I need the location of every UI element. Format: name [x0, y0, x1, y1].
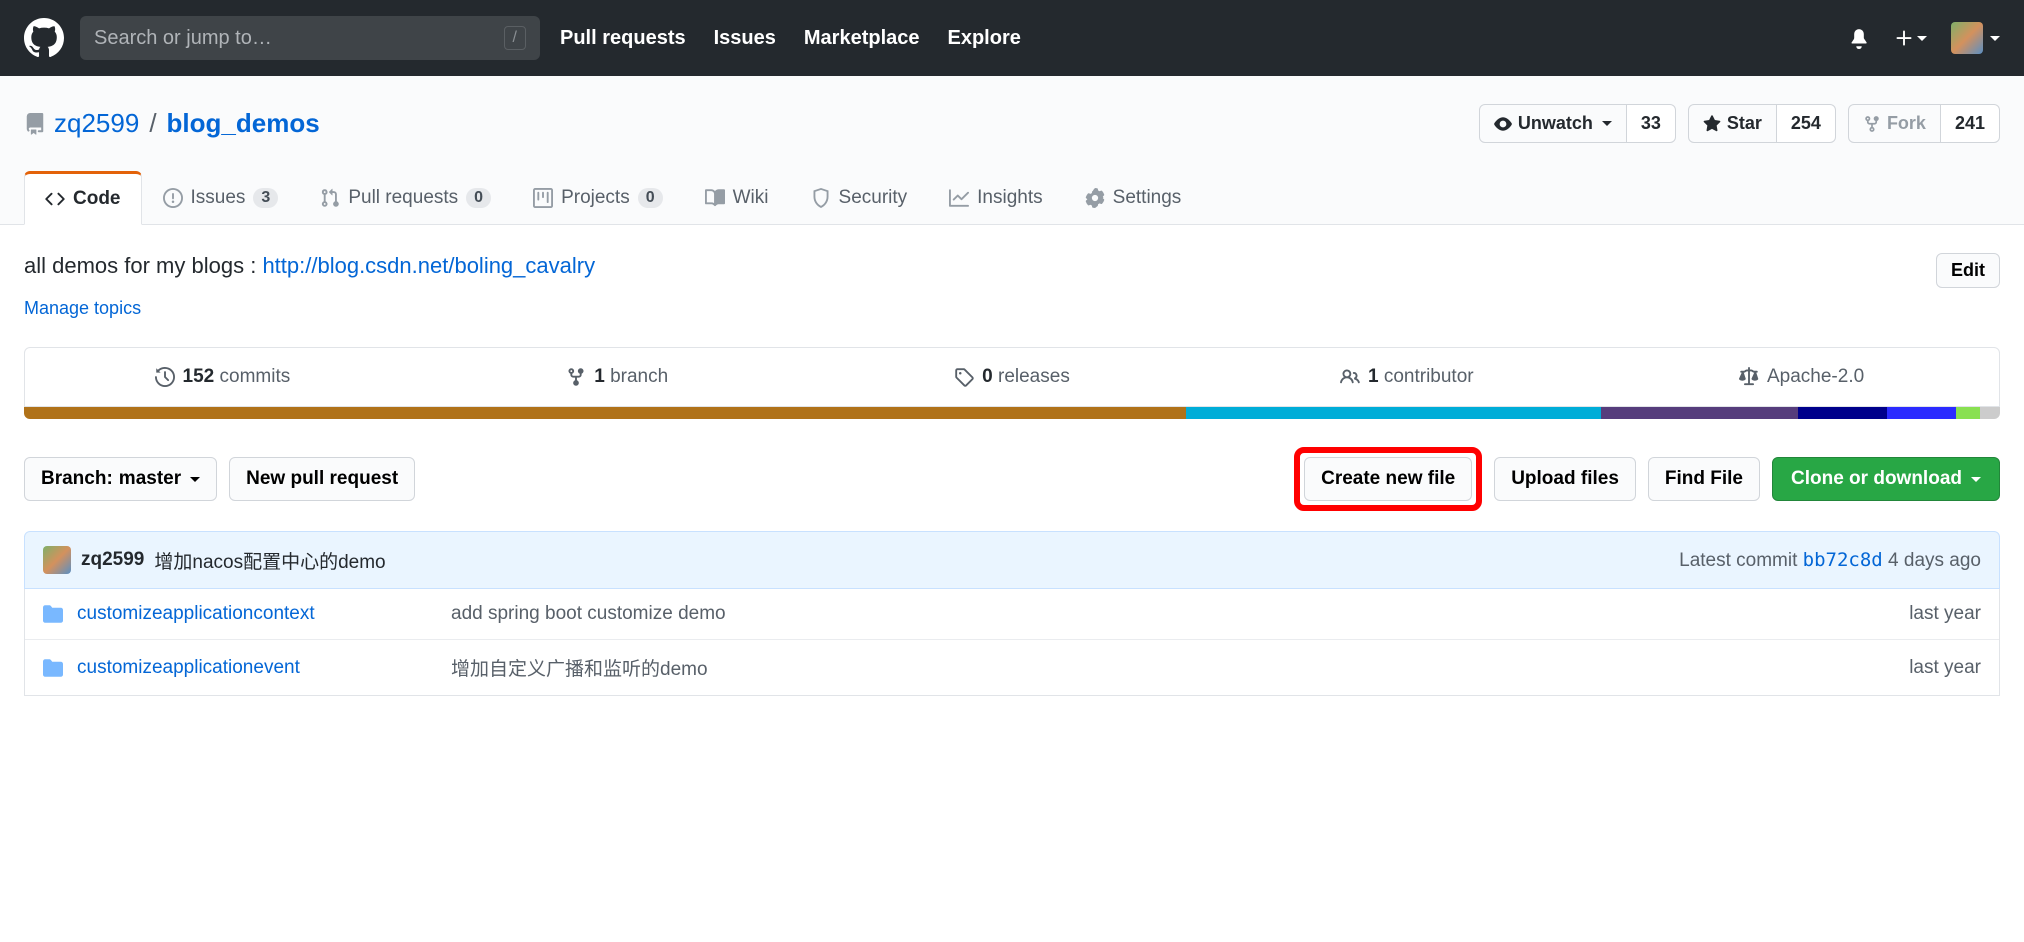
stat-contributors[interactable]: 1 contributor [1209, 348, 1604, 406]
nav-explore[interactable]: Explore [948, 27, 1021, 50]
book-icon [705, 188, 725, 208]
repo-header: zq2599 / blog_demos Unwatch 33 Star 254 [0, 76, 2024, 225]
commit-avatar[interactable] [43, 546, 71, 574]
law-icon [1739, 367, 1759, 387]
repo-name-link[interactable]: blog_demos [167, 108, 320, 139]
eye-icon [1494, 115, 1512, 133]
project-icon [533, 188, 553, 208]
issues-count: 3 [253, 188, 278, 208]
tab-pull-requests[interactable]: Pull requests 0 [299, 171, 512, 224]
tab-code[interactable]: Code [24, 171, 142, 225]
avatar [1951, 22, 1983, 54]
file-toolbar: Branch: master New pull request Create n… [24, 447, 2000, 511]
tab-security[interactable]: Security [790, 171, 929, 224]
star-icon [1703, 115, 1721, 133]
language-bar[interactable] [24, 407, 2000, 419]
tab-projects[interactable]: Projects 0 [512, 171, 684, 224]
file-time: last year [1909, 603, 1981, 625]
description-link[interactable]: http://blog.csdn.net/boling_cavalry [262, 253, 595, 278]
watch-count[interactable]: 33 [1627, 104, 1676, 143]
create-new-icon[interactable] [1894, 28, 1927, 48]
repo-title: zq2599 / blog_demos [24, 108, 320, 139]
file-time: last year [1909, 657, 1981, 679]
repo-tabs: Code Issues 3 Pull requests 0 Projects 0… [24, 171, 2000, 224]
code-icon [45, 189, 65, 209]
fork-icon [1863, 115, 1881, 133]
nav-pull-requests[interactable]: Pull requests [560, 27, 686, 50]
fork-count[interactable]: 241 [1941, 104, 2000, 143]
repo-stats: 152 commits 1 branch 0 releases 1 contri… [24, 347, 2000, 407]
unwatch-button[interactable]: Unwatch [1479, 104, 1627, 143]
stat-commits[interactable]: 152 commits [25, 348, 420, 406]
global-header: / Pull requests Issues Marketplace Explo… [0, 0, 2024, 76]
stat-license[interactable]: Apache-2.0 [1604, 348, 1999, 406]
tab-issues[interactable]: Issues 3 [142, 171, 300, 224]
folder-icon [43, 658, 63, 678]
file-name[interactable]: customizeapplicationevent [77, 657, 437, 679]
star-count[interactable]: 254 [1777, 104, 1836, 143]
graph-icon [949, 188, 969, 208]
file-list: customizeapplicationcontext add spring b… [24, 589, 2000, 696]
file-commit-message[interactable]: add spring boot customize demo [451, 603, 1895, 625]
branch-icon [566, 367, 586, 387]
stat-branches[interactable]: 1 branch [420, 348, 815, 406]
folder-icon [43, 604, 63, 624]
stat-releases[interactable]: 0 releases [815, 348, 1210, 406]
tab-settings[interactable]: Settings [1064, 171, 1203, 224]
repo-owner-link[interactable]: zq2599 [54, 108, 139, 139]
commit-message[interactable]: 增加nacos配置中心的demo [154, 547, 385, 574]
github-logo[interactable] [24, 18, 64, 58]
upload-files-button[interactable]: Upload files [1494, 457, 1636, 501]
file-row: customizeapplicationcontext add spring b… [25, 589, 1999, 640]
create-new-file-button[interactable]: Create new file [1304, 457, 1472, 501]
file-name[interactable]: customizeapplicationcontext [77, 603, 437, 625]
repo-description: all demos for my blogs : http://blog.csd… [24, 253, 595, 279]
search-box[interactable]: / [80, 16, 540, 60]
pulls-count: 0 [466, 188, 491, 208]
lang-segment[interactable] [1601, 407, 1799, 419]
star-button[interactable]: Star [1688, 104, 1777, 143]
nav-issues[interactable]: Issues [714, 27, 776, 50]
lang-segment[interactable] [1186, 407, 1601, 419]
new-pull-request-button[interactable]: New pull request [229, 457, 415, 501]
lang-segment[interactable] [1798, 407, 1887, 419]
commit-sha[interactable]: bb72c8d [1803, 549, 1883, 571]
lang-segment[interactable] [1980, 407, 2000, 419]
clone-download-button[interactable]: Clone or download [1772, 457, 2000, 501]
notifications-icon[interactable] [1848, 27, 1870, 49]
file-commit-message[interactable]: 增加自定义广播和监听的demo [451, 654, 1895, 681]
shield-icon [811, 188, 831, 208]
manage-topics-link[interactable]: Manage topics [24, 298, 141, 319]
commit-time: 4 days ago [1883, 550, 1981, 571]
nav-marketplace[interactable]: Marketplace [804, 27, 920, 50]
gear-icon [1085, 188, 1105, 208]
tab-wiki[interactable]: Wiki [684, 171, 790, 224]
highlight-annotation: Create new file [1294, 447, 1482, 511]
issue-icon [163, 188, 183, 208]
tag-icon [954, 367, 974, 387]
lang-segment[interactable] [1887, 407, 1956, 419]
commit-author[interactable]: zq2599 [81, 549, 144, 571]
find-file-button[interactable]: Find File [1648, 457, 1760, 501]
people-icon [1340, 367, 1360, 387]
main-content: all demos for my blogs : http://blog.csd… [0, 225, 2024, 724]
path-separator: / [149, 108, 156, 139]
edit-description-button[interactable]: Edit [1936, 253, 2000, 288]
latest-commit-bar: zq2599 增加nacos配置中心的demo Latest commit bb… [24, 531, 2000, 589]
pr-icon [320, 188, 340, 208]
nav-links: Pull requests Issues Marketplace Explore [560, 27, 1021, 50]
lang-segment[interactable] [24, 407, 1186, 419]
lang-segment[interactable] [1956, 407, 1980, 419]
repo-icon [24, 113, 46, 135]
slash-hint: / [504, 26, 526, 50]
branch-select[interactable]: Branch: master [24, 457, 217, 501]
projects-count: 0 [638, 188, 663, 208]
search-input[interactable] [94, 27, 504, 50]
tab-insights[interactable]: Insights [928, 171, 1063, 224]
history-icon [155, 367, 175, 387]
user-menu[interactable] [1951, 22, 2000, 54]
fork-button[interactable]: Fork [1848, 104, 1941, 143]
file-row: customizeapplicationevent 增加自定义广播和监听的dem… [25, 640, 1999, 695]
